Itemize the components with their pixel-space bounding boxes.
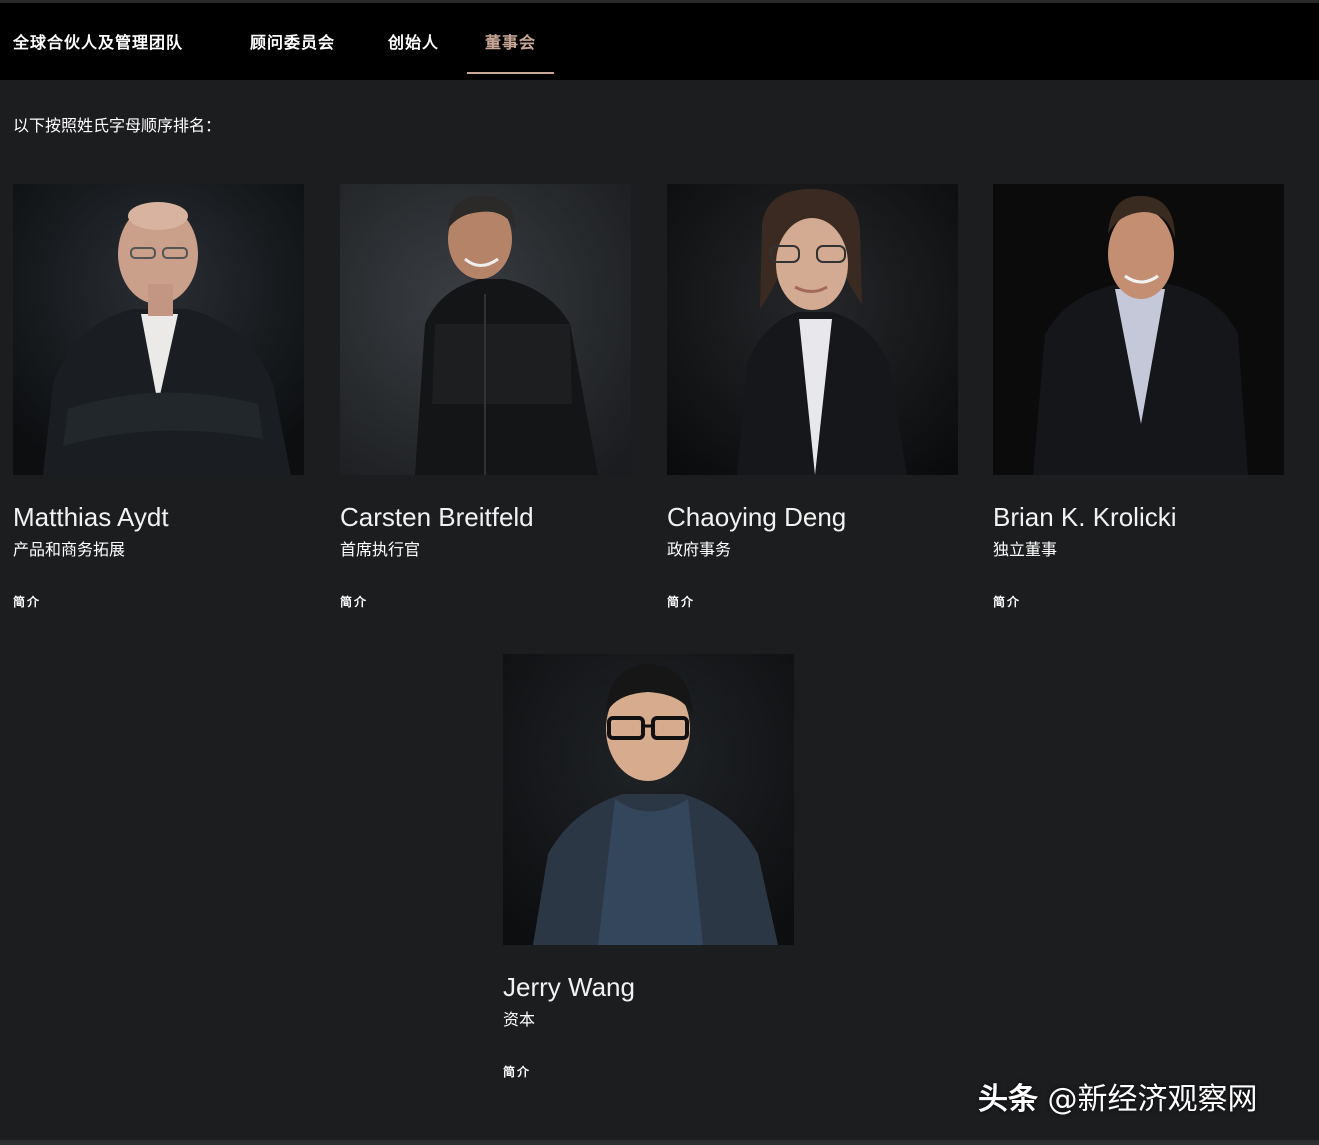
member-name: Brian K. Krolicki [993, 502, 1177, 532]
member-name: Matthias Aydt [13, 502, 169, 532]
member-card: Carsten Breitfeld 首席执行官 简介 [340, 184, 631, 610]
top-nav-bar: 全球合伙人及管理团队 顾问委员会 创始人 董事会 [0, 0, 1319, 80]
member-photo [13, 184, 304, 475]
bio-link[interactable]: 简介 [13, 593, 41, 610]
member-card: Brian K. Krolicki 独立董事 简介 [993, 184, 1284, 610]
member-photo [503, 654, 794, 945]
member-card: Chaoying Deng 政府事务 简介 [667, 184, 958, 610]
tab-founders[interactable]: 创始人 [388, 3, 439, 80]
member-card: Matthias Aydt 产品和商务拓展 简介 [13, 184, 304, 610]
member-name: Carsten Breitfeld [340, 502, 534, 532]
bio-link[interactable]: 简介 [667, 593, 695, 610]
member-role: 资本 [503, 1010, 536, 1029]
tab-board-of-directors[interactable]: 董事会 [466, 3, 555, 80]
sort-order-note: 以下按照姓氏字母顺序排名： [13, 116, 222, 135]
member-role: 首席执行官 [340, 540, 421, 559]
member-photo [667, 184, 958, 475]
tab-advisory-committee[interactable]: 顾问委员会 [250, 3, 335, 80]
member-card: Jerry Wang 资本 简介 [503, 654, 794, 1080]
member-role: 产品和商务拓展 [13, 540, 126, 559]
watermark-brand: 头条 [978, 1082, 1038, 1117]
bottom-divider [0, 1140, 1319, 1145]
member-photo [993, 184, 1284, 475]
watermark-account: @新经济观察网 [1047, 1082, 1258, 1117]
member-name: Jerry Wang [503, 972, 635, 1002]
member-role: 政府事务 [667, 540, 732, 559]
bio-link[interactable]: 简介 [340, 593, 368, 610]
tab-global-partners[interactable]: 全球合伙人及管理团队 [13, 3, 183, 80]
bio-link[interactable]: 简介 [993, 593, 1021, 610]
source-watermark: 头条 @新经济观察网 [978, 1074, 1258, 1118]
bio-link[interactable]: 简介 [503, 1063, 531, 1080]
member-name: Chaoying Deng [667, 502, 847, 532]
member-role: 独立董事 [993, 540, 1058, 559]
member-photo [340, 184, 631, 475]
